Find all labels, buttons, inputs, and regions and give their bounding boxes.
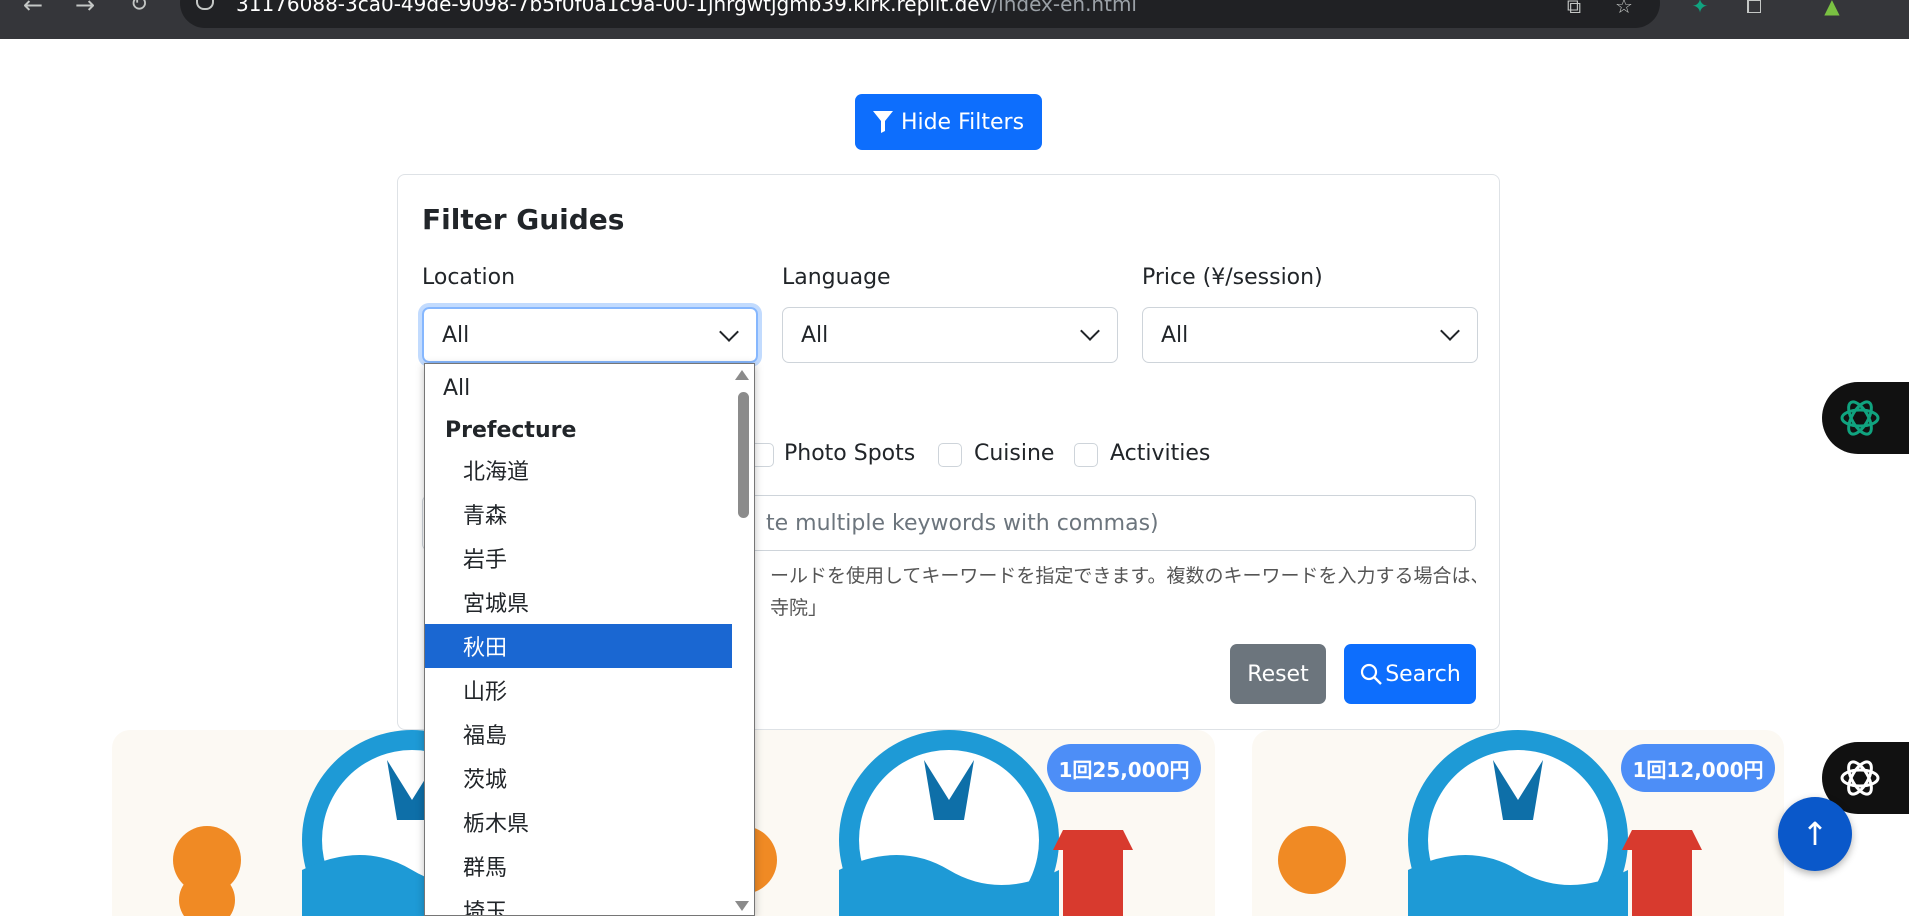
option-gunma[interactable]: 群馬 bbox=[425, 844, 733, 888]
chevron-down-icon bbox=[719, 322, 739, 342]
location-select-value: All bbox=[442, 322, 470, 348]
option-fukushima[interactable]: 福島 bbox=[425, 712, 733, 756]
scrollbar-thumb[interactable] bbox=[738, 392, 749, 518]
option-label: 茨城 bbox=[463, 768, 508, 793]
url-text[interactable]: 31176088-3ca0-49de-9098-7b5f0f0a1c9a-00-… bbox=[236, 0, 1137, 16]
url-path: /index-en.html bbox=[991, 0, 1137, 16]
chatgpt-sidebar-widget[interactable] bbox=[1822, 382, 1909, 454]
option-label: 秋田 bbox=[463, 636, 508, 661]
chevron-down-icon bbox=[1080, 321, 1100, 341]
option-label: 岩手 bbox=[463, 548, 508, 573]
search-button[interactable]: Search bbox=[1344, 644, 1476, 704]
dropdown-scrollbar[interactable] bbox=[732, 364, 754, 915]
profile-avatar-icon[interactable]: ▲ bbox=[1820, 0, 1844, 18]
option-iwate[interactable]: 岩手 bbox=[425, 536, 733, 580]
translate-icon[interactable]: ⧉ bbox=[1562, 0, 1586, 18]
url-host: 31176088-3ca0-49de-9098-7b5f0f0a1c9a-00-… bbox=[236, 0, 992, 16]
location-dropdown-list[interactable]: All Prefecture 北海道 青森 岩手 宮城県 秋田 山形 福島 茨城… bbox=[424, 363, 755, 916]
option-all[interactable]: All bbox=[425, 366, 733, 410]
photo-spots-label: Photo Spots bbox=[784, 441, 916, 466]
hide-filters-label: Hide Filters bbox=[900, 109, 1025, 135]
language-select-value: All bbox=[801, 322, 829, 348]
option-aomori[interactable]: 青森 bbox=[425, 492, 733, 536]
reset-button[interactable]: Reset bbox=[1230, 644, 1326, 704]
price-label: Price (¥/session) bbox=[1142, 265, 1323, 290]
price-badge: 1回12,000円 bbox=[1621, 744, 1775, 792]
chevron-down-icon bbox=[1440, 321, 1460, 341]
browser-toolbar: ← → ↻ 31176088-3ca0-49de-9098-7b5f0f0a1c… bbox=[0, 0, 1909, 39]
arrow-up-icon: ↑ bbox=[1801, 815, 1829, 853]
option-miyagi[interactable]: 宮城県 bbox=[425, 580, 733, 624]
option-label: 青森 bbox=[463, 504, 508, 529]
search-label: Search bbox=[1385, 661, 1461, 687]
option-label: 栃木県 bbox=[463, 812, 530, 837]
option-label: 山形 bbox=[463, 680, 508, 705]
location-label: Location bbox=[422, 265, 516, 290]
option-label: All bbox=[443, 375, 471, 401]
activities-label: Activities bbox=[1110, 441, 1211, 466]
location-select[interactable]: All bbox=[422, 307, 758, 363]
scroll-down-arrow-icon[interactable] bbox=[735, 901, 749, 911]
option-label: 群馬 bbox=[463, 856, 508, 881]
language-select[interactable]: All bbox=[782, 307, 1118, 363]
option-akita[interactable]: 秋田 bbox=[425, 624, 733, 668]
chatgpt-extension-icon[interactable]: ✦ bbox=[1688, 0, 1712, 18]
scroll-to-top-button[interactable]: ↑ bbox=[1778, 797, 1852, 871]
option-label: 埼玉 bbox=[463, 900, 508, 916]
option-tochigi[interactable]: 栃木県 bbox=[425, 800, 733, 844]
option-label: 宮城県 bbox=[463, 592, 530, 617]
option-hokkaido[interactable]: 北海道 bbox=[425, 448, 733, 492]
option-saitama[interactable]: 埼玉 bbox=[425, 888, 733, 916]
activities-checkbox[interactable] bbox=[1074, 443, 1098, 467]
option-label: 福島 bbox=[463, 724, 508, 749]
extensions-icon[interactable]: ⧠ bbox=[1742, 0, 1766, 18]
option-label: 北海道 bbox=[463, 460, 530, 485]
language-label: Language bbox=[782, 265, 891, 290]
cuisine-checkbox[interactable] bbox=[938, 443, 962, 467]
reload-icon[interactable]: ↻ bbox=[124, 0, 154, 16]
bookmark-star-icon[interactable]: ☆ bbox=[1612, 0, 1636, 18]
price-badge: 1回25,000円 bbox=[1047, 744, 1201, 792]
filter-card-title: Filter Guides bbox=[422, 203, 625, 236]
forward-icon[interactable]: → bbox=[70, 0, 100, 17]
back-icon[interactable]: ← bbox=[18, 0, 48, 17]
hide-filters-button[interactable]: Hide Filters bbox=[855, 94, 1042, 150]
openai-logo-icon bbox=[1840, 400, 1880, 436]
option-yamagata[interactable]: 山形 bbox=[425, 668, 733, 712]
price-select-value: All bbox=[1161, 322, 1189, 348]
option-ibaraki[interactable]: 茨城 bbox=[425, 756, 733, 800]
optgroup-label: Prefecture bbox=[445, 417, 577, 443]
search-icon bbox=[1361, 663, 1383, 685]
scroll-up-arrow-icon[interactable] bbox=[735, 370, 749, 380]
cuisine-label: Cuisine bbox=[974, 441, 1055, 466]
optgroup-prefecture: Prefecture bbox=[425, 410, 733, 450]
price-select[interactable]: All bbox=[1142, 307, 1478, 363]
filter-icon bbox=[872, 111, 893, 133]
reset-label: Reset bbox=[1247, 661, 1309, 687]
openai-logo-icon bbox=[1840, 760, 1880, 796]
